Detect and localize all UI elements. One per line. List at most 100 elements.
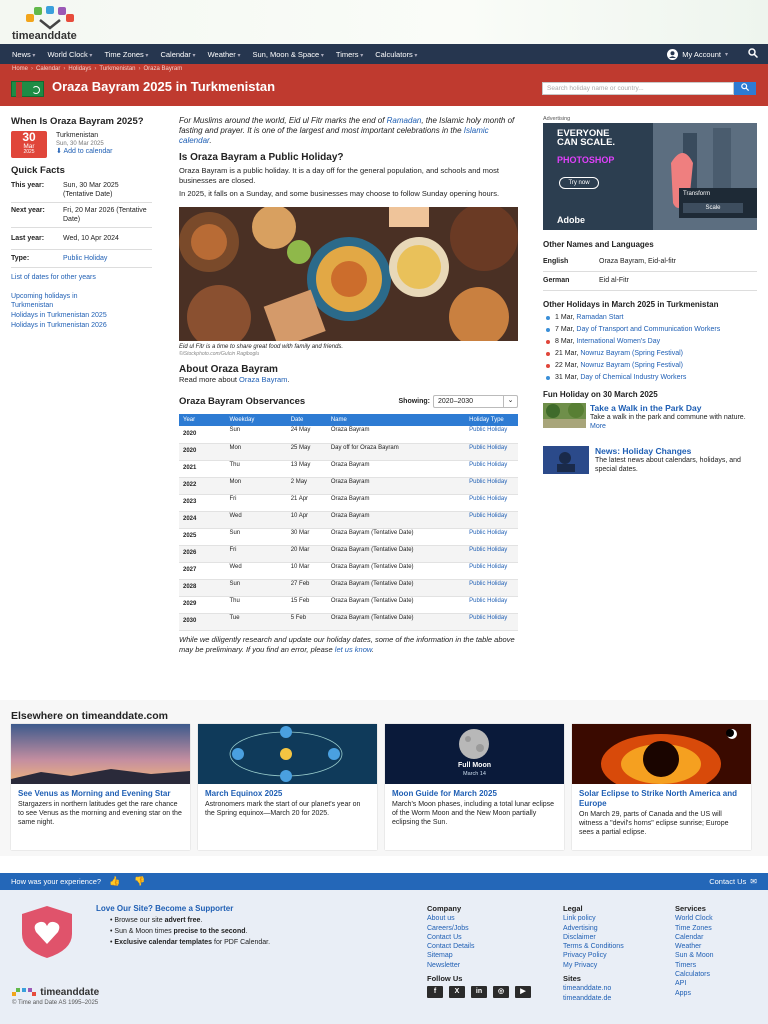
footer-service-link[interactable]: Calculators <box>675 970 714 979</box>
footer-service-link[interactable]: Time Zones <box>675 924 714 933</box>
advertisement[interactable]: EVERYONE CAN SCALE. PHOTOSHOP Try now Tr… <box>543 123 757 230</box>
footer-service-link[interactable]: World Clock <box>675 914 714 923</box>
holiday-link[interactable]: Day of Transport and Communication Worke… <box>576 326 720 333</box>
nav-time-zones[interactable]: Time Zones <box>98 50 154 59</box>
let-us-know-link[interactable]: let us know <box>335 645 372 654</box>
facebook-icon[interactable]: f <box>427 986 443 999</box>
nav-sun-moon-space[interactable]: Sun, Moon & Space <box>246 50 329 59</box>
holiday-type-link[interactable]: Public Holiday <box>465 426 518 444</box>
holiday-type-link[interactable]: Public Holiday <box>465 545 518 563</box>
article-card[interactable]: Solar Eclipse to Strike North America an… <box>572 724 751 850</box>
col-year[interactable]: Year <box>179 414 226 426</box>
footer-company-link[interactable]: About us <box>427 914 531 923</box>
thumbs-up-icon[interactable]: 👍 <box>109 876 120 887</box>
youtube-icon[interactable]: ▶ <box>515 986 531 999</box>
holiday-link[interactable]: Nowruz Bayram (Spring Festival) <box>580 362 683 369</box>
nav-calculators[interactable]: Calculators <box>369 50 423 59</box>
footer-company-link[interactable]: Contact Us <box>427 933 531 942</box>
ramadan-link[interactable]: Ramadan <box>387 116 422 125</box>
fun-holiday-item[interactable]: Take a Walk in the Park Day Take a walk … <box>543 403 757 431</box>
year-range-select[interactable]: 2020–2030 ⌄ <box>433 395 518 408</box>
holiday-type-link[interactable]: Public Holiday <box>465 528 518 546</box>
nav-search-icon[interactable] <box>738 48 768 60</box>
article-title[interactable]: March Equinox 2025 <box>198 784 377 799</box>
ad-try-now-button[interactable]: Try now <box>559 177 599 189</box>
article-card[interactable]: Full Moon March 14 Moon Guide for March … <box>385 724 564 850</box>
footer-service-link[interactable]: Timers <box>675 961 714 970</box>
col-weekday[interactable]: Weekday <box>225 414 287 426</box>
nav-weather[interactable]: Weather <box>202 50 247 59</box>
article-title[interactable]: See Venus as Morning and Evening Star <box>11 784 190 799</box>
news-title[interactable]: News: Holiday Changes <box>595 446 755 456</box>
footer-legal-link[interactable]: Advertising <box>563 924 624 933</box>
holiday-type-link[interactable]: Public Holiday <box>465 460 518 478</box>
col-date[interactable]: Date <box>286 414 327 426</box>
breadcrumb-country[interactable]: Turkmenistan <box>99 66 135 72</box>
holiday-type-link[interactable]: Public Holiday <box>465 477 518 495</box>
supporter-title[interactable]: Love Our Site? Become a Supporter <box>96 904 233 913</box>
footer-service-link[interactable]: Apps <box>675 989 714 998</box>
holiday-list-item[interactable]: 21 Mar, Nowruz Bayram (Spring Festival) <box>543 349 757 358</box>
holiday-type-link[interactable]: Public Holiday <box>465 511 518 529</box>
footer-service-link[interactable]: Weather <box>675 942 714 951</box>
nav-news[interactable]: News <box>6 50 41 59</box>
holiday-type-link[interactable]: Public Holiday <box>465 579 518 597</box>
about-oraza-link[interactable]: Oraza Bayram <box>239 375 287 384</box>
footer-site-link[interactable]: timeanddate.no <box>563 984 624 993</box>
nav-calendar[interactable]: Calendar <box>154 50 201 59</box>
holiday-type-link[interactable]: Public Holiday <box>465 613 518 631</box>
add-to-calendar-link[interactable]: ⬇ Add to calendar <box>56 148 112 156</box>
site-logo[interactable]: timeanddate <box>12 6 132 42</box>
footer-legal-link[interactable]: My Privacy <box>563 961 624 970</box>
holiday-list-item[interactable]: 7 Mar, Day of Transport and Communicatio… <box>543 325 757 334</box>
my-account-button[interactable]: My Account ▾ <box>667 48 738 60</box>
holiday-search-button[interactable] <box>734 82 756 95</box>
holiday-type-link[interactable]: Public Holiday <box>465 562 518 580</box>
nav-timers[interactable]: Timers <box>330 50 369 59</box>
col-name[interactable]: Name <box>326 414 466 426</box>
article-card[interactable]: See Venus as Morning and Evening Star St… <box>11 724 190 850</box>
instagram-icon[interactable]: ◎ <box>493 986 509 999</box>
holiday-type-link[interactable]: Public Holiday <box>465 596 518 614</box>
holiday-link[interactable]: International Women's Day <box>576 338 660 345</box>
holidays-2026-link[interactable]: Holidays in Turkmenistan 2026 <box>11 321 152 330</box>
holiday-type-link[interactable]: Public Holiday <box>465 443 518 461</box>
holiday-link[interactable]: Day of Chemical Industry Workers <box>580 374 686 381</box>
holiday-list-item[interactable]: 1 Mar, Ramadan Start <box>543 313 757 322</box>
holiday-link[interactable]: Ramadan Start <box>576 314 623 321</box>
footer-legal-link[interactable]: Privacy Policy <box>563 951 624 960</box>
news-item[interactable]: News: Holiday Changes The latest news ab… <box>543 446 757 474</box>
footer-service-link[interactable]: API <box>675 979 714 988</box>
footer-legal-link[interactable]: Disclaimer <box>563 933 624 942</box>
holiday-search-input[interactable]: Search holiday name or country... <box>542 82 734 95</box>
nav-world-clock[interactable]: World Clock <box>41 50 98 59</box>
holiday-type-link[interactable]: Public Holiday <box>63 254 107 263</box>
x-twitter-icon[interactable]: X <box>449 986 465 999</box>
breadcrumb-calendar[interactable]: Calendar <box>36 66 60 72</box>
article-title[interactable]: Solar Eclipse to Strike North America an… <box>572 784 751 809</box>
thumbs-down-icon[interactable]: 👎 <box>134 876 145 887</box>
upcoming-holidays-link[interactable]: Upcoming holidays in Turkmenistan <box>11 292 111 310</box>
other-years-link[interactable]: List of dates for other years <box>11 273 152 282</box>
footer-company-link[interactable]: Careers/Jobs <box>427 924 531 933</box>
holiday-list-item[interactable]: 22 Mar, Nowruz Bayram (Spring Festival) <box>543 361 757 370</box>
holiday-list-item[interactable]: 31 Mar, Day of Chemical Industry Workers <box>543 373 757 382</box>
holidays-2025-link[interactable]: Holidays in Turkmenistan 2025 <box>11 311 152 320</box>
article-card[interactable]: March Equinox 2025 Astronomers mark the … <box>198 724 377 850</box>
holiday-link[interactable]: Nowruz Bayram (Spring Festival) <box>580 350 683 357</box>
fun-more-link[interactable]: More <box>590 423 606 430</box>
holiday-list-item[interactable]: 8 Mar, International Women's Day <box>543 337 757 346</box>
footer-company-link[interactable]: Sitemap <box>427 951 531 960</box>
footer-company-link[interactable]: Contact Details <box>427 942 531 951</box>
contact-us-link[interactable]: Contact Us <box>709 877 746 886</box>
article-title[interactable]: Moon Guide for March 2025 <box>385 784 564 799</box>
footer-site-link[interactable]: timeanddate.de <box>563 994 624 1003</box>
holiday-type-link[interactable]: Public Holiday <box>465 494 518 512</box>
breadcrumb-holidays[interactable]: Holidays <box>68 66 91 72</box>
footer-service-link[interactable]: Sun & Moon <box>675 951 714 960</box>
footer-service-link[interactable]: Calendar <box>675 933 714 942</box>
footer-company-link[interactable]: Newsletter <box>427 961 531 970</box>
footer-logo[interactable]: timeanddate <box>12 987 99 998</box>
fun-holiday-title[interactable]: Take a Walk in the Park Day <box>590 403 757 413</box>
footer-legal-link[interactable]: Terms & Conditions <box>563 942 624 951</box>
